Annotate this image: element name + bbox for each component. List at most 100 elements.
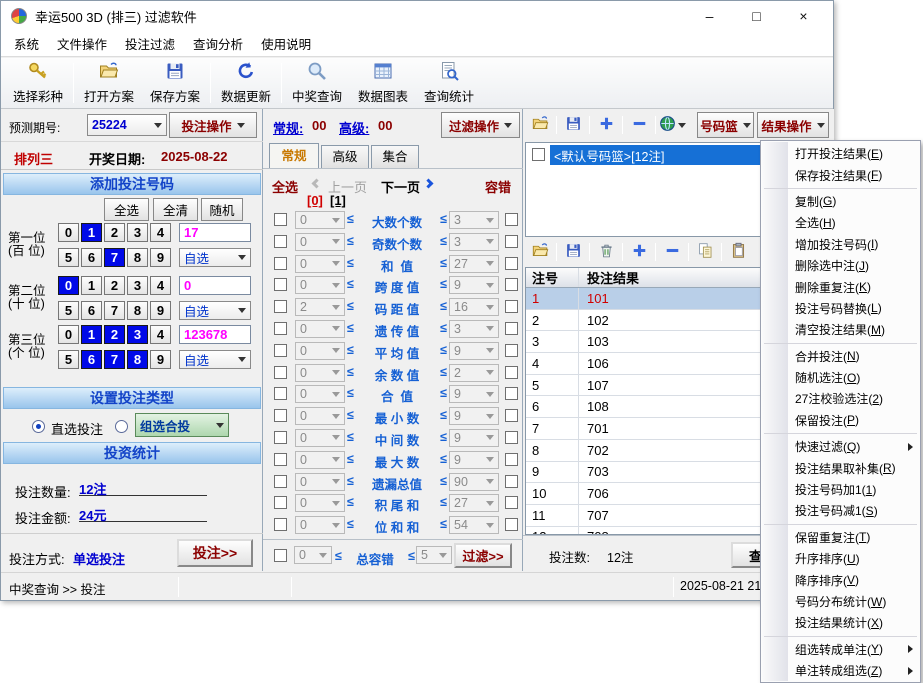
filter-max-select[interactable]: 3 (449, 233, 499, 251)
filter-fault-checkbox[interactable] (505, 518, 518, 531)
digit-button[interactable]: 6 (81, 301, 102, 320)
menubar-item-5[interactable]: 使用说明 (252, 30, 320, 57)
context-menu-item-16[interactable]: 投注号码加1(1) (761, 479, 920, 500)
digit-button[interactable]: 1 (81, 223, 102, 242)
digit-button[interactable]: 7 (104, 350, 125, 369)
filter-left-checkbox[interactable] (274, 431, 287, 444)
menubar-item-4[interactable]: 查询分析 (184, 30, 252, 57)
context-menu-item-4[interactable]: 全选(H) (761, 212, 920, 233)
page-link-0[interactable]: [0] (307, 193, 323, 208)
filter-min-select[interactable]: 0 (295, 233, 345, 251)
maximize-button[interactable]: □ (733, 2, 780, 30)
filter-left-checkbox[interactable] (274, 387, 287, 400)
filter-operations-button[interactable]: 过滤操作 (441, 112, 520, 138)
filter-fault-checkbox[interactable] (505, 257, 518, 270)
filter-max-select[interactable]: 27 (449, 494, 499, 512)
filter-min-select[interactable]: 0 (295, 320, 345, 338)
context-menu-item-12[interactable]: 27注校验选注(2) (761, 388, 920, 409)
total-fault-checkbox[interactable] (274, 549, 287, 562)
filter-min-select[interactable]: 0 (295, 385, 345, 403)
filter-min-select[interactable]: 0 (295, 429, 345, 447)
filter-fault-checkbox[interactable] (505, 322, 518, 335)
filter-min-select[interactable]: 0 (295, 211, 345, 229)
digit-button[interactable]: 5 (58, 301, 79, 320)
digits-input[interactable]: 0 (179, 276, 251, 295)
chevron-left-icon[interactable] (312, 179, 322, 189)
context-menu-item-9[interactable]: 清空投注结果(M) (761, 319, 920, 340)
minimize-button[interactable]: – (686, 2, 733, 30)
open-folder-toolbar-button[interactable] (527, 113, 553, 137)
toolbar-button-2[interactable]: 打开方案 (76, 60, 142, 106)
menubar-item-3[interactable]: 投注过滤 (116, 30, 184, 57)
pick-mode-combo[interactable]: 自选 (179, 350, 251, 369)
digit-button[interactable]: 3 (127, 223, 148, 242)
digit-button[interactable]: 1 (81, 276, 102, 295)
digit-button[interactable]: 0 (58, 223, 79, 242)
filter-left-checkbox[interactable] (274, 235, 287, 248)
filter-tab-3[interactable]: 集合 (371, 145, 419, 169)
pick-mode-combo[interactable]: 自选 (179, 248, 251, 267)
filter-left-checkbox[interactable] (274, 366, 287, 379)
digit-button[interactable]: 1 (81, 325, 102, 344)
context-menu-item-15[interactable]: 投注结果取补集(R) (761, 457, 920, 478)
total-fault-max-select[interactable]: 5 (416, 546, 452, 564)
filter-tab-2[interactable]: 高级 (321, 145, 369, 169)
context-menu-item-17[interactable]: 投注号码减1(S) (761, 500, 920, 521)
context-menu-item-6[interactable]: 删除选中注(J) (761, 255, 920, 276)
filter-fault-checkbox[interactable] (505, 278, 518, 291)
digit-button[interactable]: 3 (127, 276, 148, 295)
plus-toolbar-button[interactable] (626, 240, 652, 264)
context-menu-item-5[interactable]: 增加投注号码(I) (761, 234, 920, 255)
filter-left-checkbox[interactable] (274, 257, 287, 270)
filter-left-checkbox[interactable] (274, 475, 287, 488)
toolbar-button-4[interactable]: 数据更新 (213, 60, 279, 106)
context-menu-item-2[interactable]: 保存投注结果(F) (761, 164, 920, 185)
filter-left-checkbox[interactable] (274, 300, 287, 313)
context-menu-item-11[interactable]: 随机选注(O) (761, 367, 920, 388)
save-toolbar-button[interactable] (560, 240, 586, 264)
toolbar-button-6[interactable]: 数据图表 (350, 60, 416, 106)
advanced-filter-link[interactable]: 高级: (339, 118, 369, 137)
digit-button[interactable]: 0 (58, 276, 79, 295)
filter-left-checkbox[interactable] (274, 453, 287, 466)
context-menu-item-1[interactable]: 打开投注结果(E) (761, 143, 920, 164)
direct-bet-radio[interactable] (32, 420, 45, 433)
period-combo[interactable]: 25224 (87, 114, 167, 136)
random-digits-button[interactable]: 随机 (201, 198, 243, 221)
apply-filter-button[interactable]: 过滤>> (454, 543, 512, 568)
total-fault-min-select[interactable]: 0 (294, 546, 332, 564)
toolbar-button-7[interactable]: 查询统计 (416, 60, 482, 106)
context-menu-item-7[interactable]: 删除重复注(K) (761, 276, 920, 297)
filter-fault-checkbox[interactable] (505, 213, 518, 226)
digit-button[interactable]: 4 (150, 325, 171, 344)
minus-toolbar-button[interactable] (626, 113, 652, 137)
context-menu-item-22[interactable]: 投注结果统计(X) (761, 612, 920, 633)
filter-max-select[interactable]: 9 (449, 276, 499, 294)
filter-max-select[interactable]: 9 (449, 342, 499, 360)
clear-all-digits-button[interactable]: 全清 (153, 198, 198, 221)
context-menu-item-13[interactable]: 保留投注(P) (761, 410, 920, 431)
filter-left-checkbox[interactable] (274, 278, 287, 291)
bet-operations-button[interactable]: 投注操作 (169, 112, 257, 138)
filter-max-select[interactable]: 54 (449, 516, 499, 534)
filter-fault-checkbox[interactable] (505, 387, 518, 400)
digit-button[interactable]: 2 (104, 325, 125, 344)
filter-max-select[interactable]: 27 (449, 255, 499, 273)
filter-min-select[interactable]: 0 (295, 364, 345, 382)
group-bet-combo[interactable]: 组选合投 (135, 413, 229, 437)
filter-min-select[interactable]: 0 (295, 516, 345, 534)
save-toolbar-button[interactable] (560, 113, 586, 137)
digit-button[interactable]: 3 (127, 325, 148, 344)
filter-min-select[interactable]: 0 (295, 494, 345, 512)
digit-button[interactable]: 9 (150, 301, 171, 320)
filter-fault-checkbox[interactable] (505, 344, 518, 357)
filter-left-checkbox[interactable] (274, 409, 287, 422)
digit-button[interactable]: 2 (104, 223, 125, 242)
filter-min-select[interactable]: 0 (295, 451, 345, 469)
filter-fault-checkbox[interactable] (505, 409, 518, 422)
filter-min-select[interactable]: 2 (295, 298, 345, 316)
filter-min-select[interactable]: 0 (295, 276, 345, 294)
digit-button[interactable]: 2 (104, 276, 125, 295)
filter-fault-checkbox[interactable] (505, 496, 518, 509)
digit-button[interactable]: 7 (104, 301, 125, 320)
